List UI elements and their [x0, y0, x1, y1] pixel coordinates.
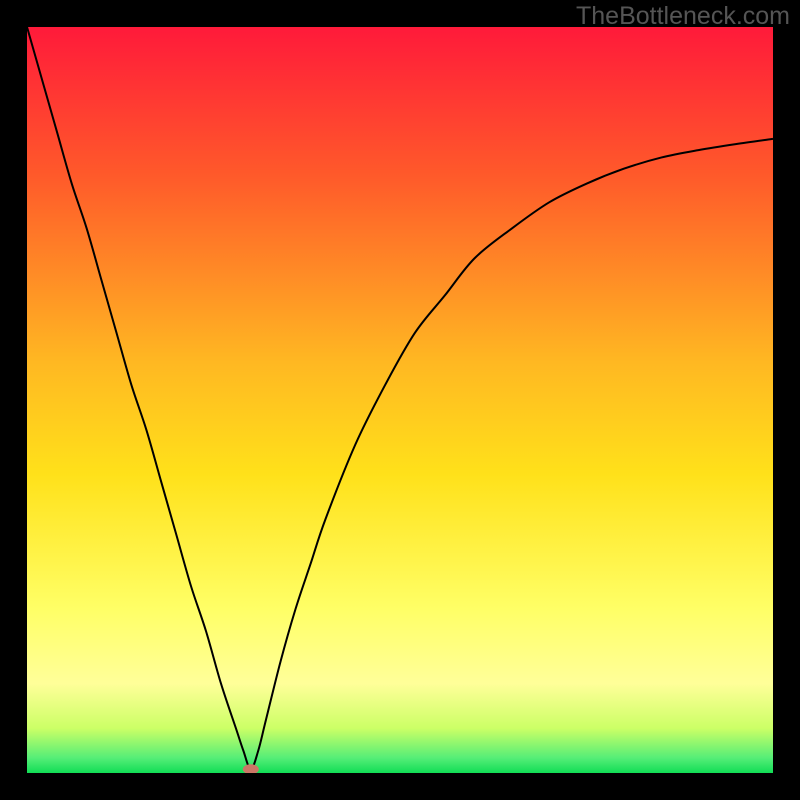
chart-container: TheBottleneck.com [0, 0, 800, 800]
background-gradient [27, 27, 773, 773]
plot-svg [27, 27, 773, 773]
plot-area [27, 27, 773, 773]
watermark-text: TheBottleneck.com [576, 2, 790, 31]
